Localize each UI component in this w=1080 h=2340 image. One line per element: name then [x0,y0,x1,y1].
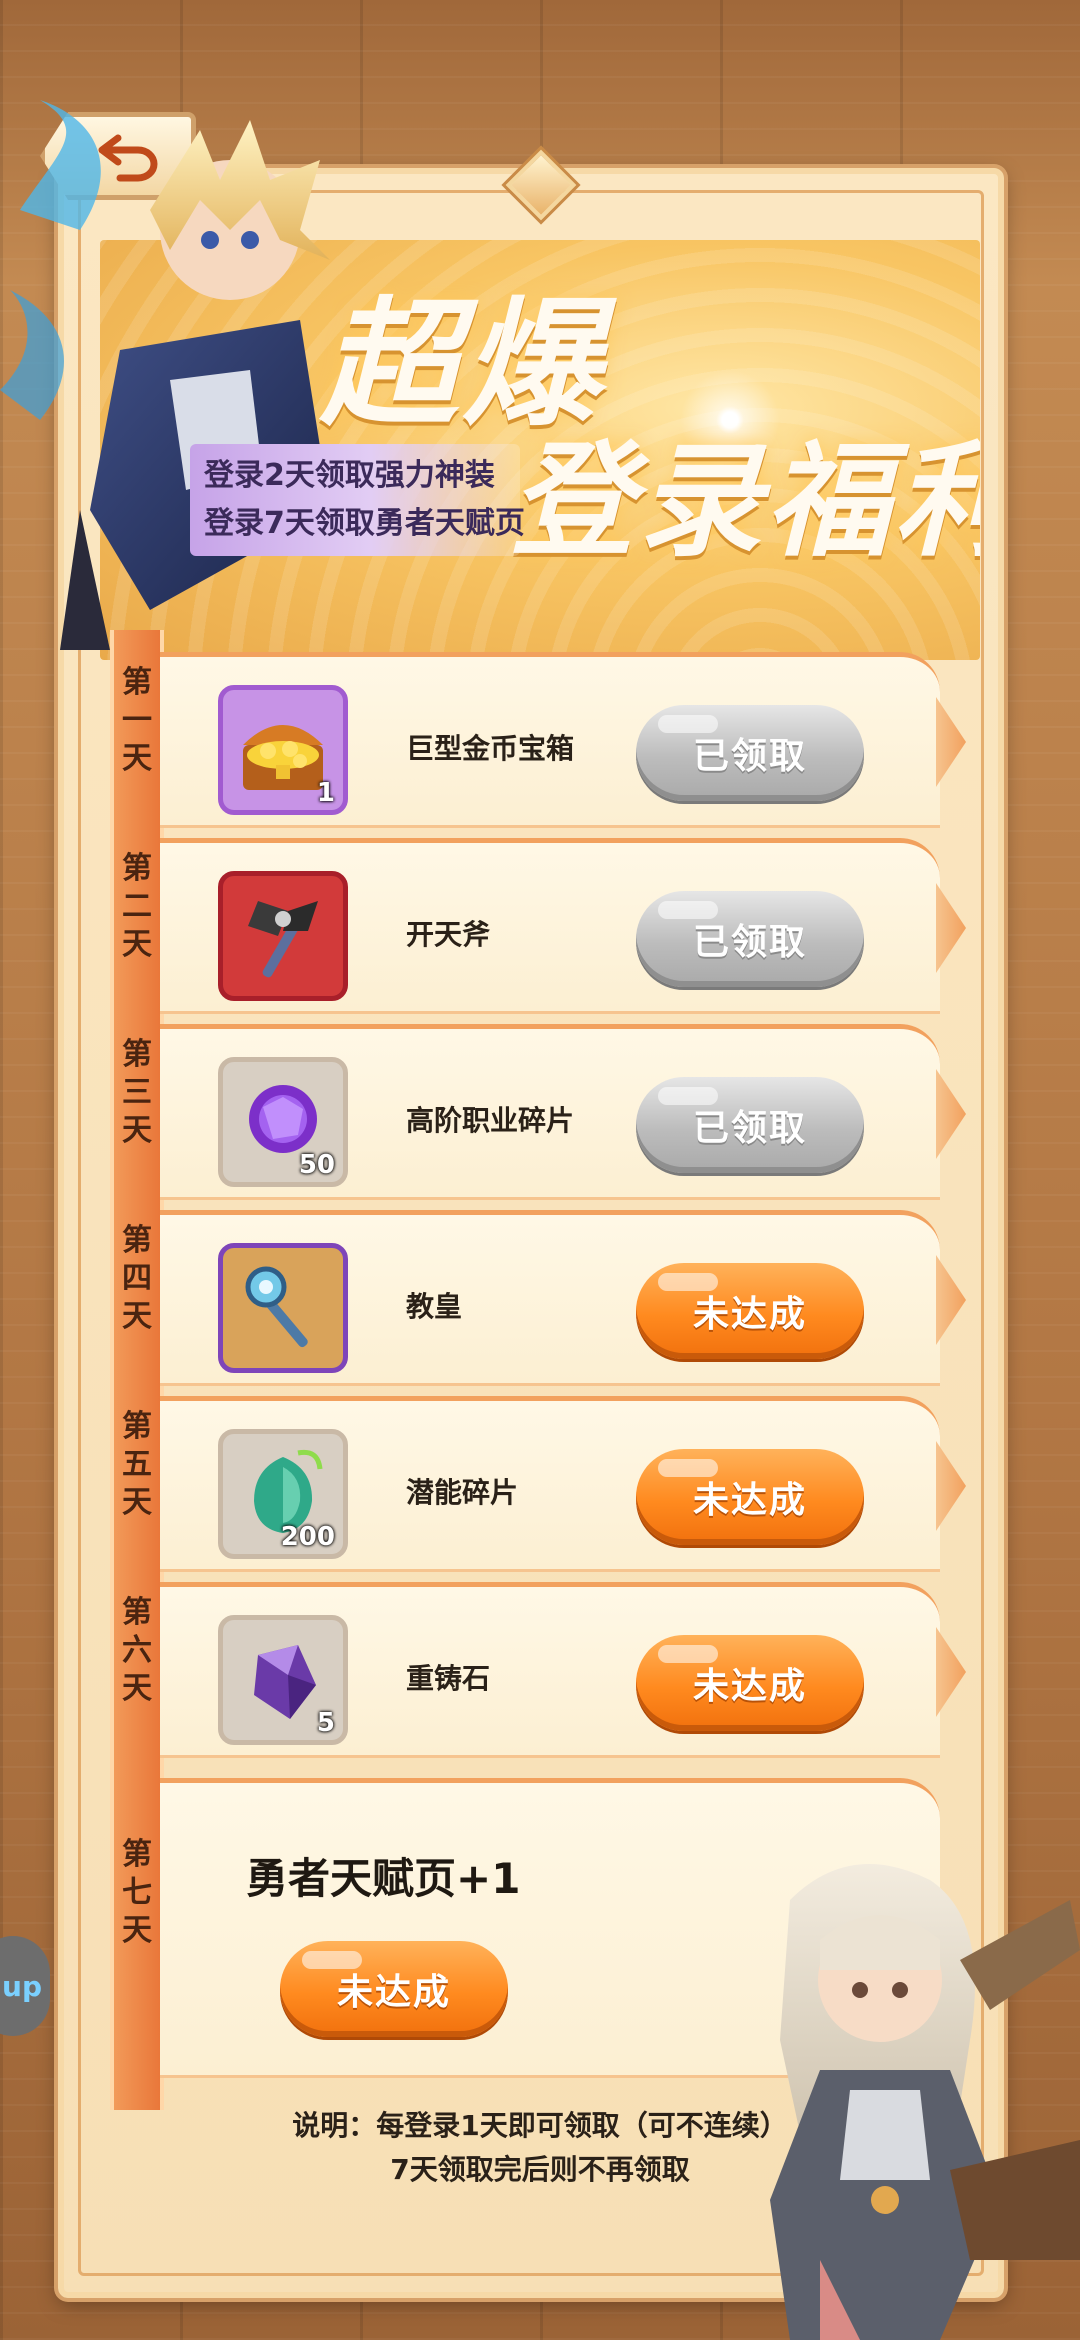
reward-row-day2: 开天斧 已领取 [160,838,940,1014]
banner-tips: 登录2天领取强力神装 登录7天领取勇者天赋页 [190,444,525,556]
scepter-icon [218,1243,348,1373]
claim-button-day6[interactable]: 未达成 [636,1635,864,1731]
claim-button-day4[interactable]: 未达成 [636,1263,864,1359]
day-label-text: 第二天 [122,851,152,962]
hero-character-right [700,1840,1080,2340]
reward-row-day4: 教皇 未达成 [160,1210,940,1386]
purple-orb-icon: 50 [218,1057,348,1187]
reward-row-day6: 5 重铸石 未达成 [160,1582,940,1758]
axe-icon [218,871,348,1001]
hero-character-left [0,90,360,650]
day-label-7: 第七天 [110,1836,164,1950]
rules-note: 说明：每登录1天即可领取（可不连续） 7天领取完后则不再领取 [160,2104,920,2192]
item-name: 开天斧 [406,918,491,951]
green-gem-icon: 200 [218,1429,348,1559]
item-name: 重铸石 [406,1662,491,1695]
day-label-1: 第一天 [110,664,164,778]
crystal-icon: 5 [218,1615,348,1745]
day-label-text: 第三天 [122,1037,152,1148]
side-float-label: up [2,1969,42,2003]
day-label-text: 第四天 [122,1223,152,1334]
day-label-6: 第六天 [110,1594,164,1708]
day-label-5: 第五天 [110,1408,164,1522]
note-line-2: 7天领取完后则不再领取 [390,2153,690,2186]
reward-row-day1: 1 巨型金币宝箱 已领取 [160,652,940,828]
claim-button-day1[interactable]: 已领取 [636,705,864,801]
claim-button-day5[interactable]: 未达成 [636,1449,864,1545]
day-label-text: 第六天 [122,1595,152,1706]
reward-row-day3: 50 高阶职业碎片 已领取 [160,1024,940,1200]
item-name: 巨型金币宝箱 [406,732,575,765]
claim-button-day2[interactable]: 已领取 [636,891,864,987]
reward-row-day5: 200 潜能碎片 未达成 [160,1396,940,1572]
tip-line-1: 登录2天领取强力神装 [204,458,495,493]
item-name: 高阶职业碎片 [406,1104,575,1137]
day-label-2: 第二天 [110,850,164,964]
day7-reward-name: 勇者天赋页+1 [246,1854,521,1903]
claim-button-day3[interactable]: 已领取 [636,1077,864,1173]
item-quantity: 5 [316,1708,335,1738]
side-float-button[interactable]: up [0,1936,50,2036]
day-label-text: 第一天 [122,665,152,776]
day-label-3: 第三天 [110,1036,164,1150]
day-label-text: 第七天 [122,1837,152,1948]
item-quantity: 50 [298,1150,335,1180]
item-name: 教皇 [406,1290,463,1323]
claim-button-day7[interactable]: 未达成 [280,1941,508,2037]
item-quantity: 1 [316,778,335,808]
banner-title-line2: 登录福利 [510,429,980,574]
treasure-chest-icon: 1 [218,685,348,815]
note-line-1: 说明：每登录1天即可领取（可不连续） [292,2109,788,2142]
day-label-text: 第五天 [122,1409,152,1520]
tip-line-2: 登录7天领取勇者天赋页 [204,506,525,541]
day-label-4: 第四天 [110,1222,164,1336]
item-quantity: 200 [280,1522,335,1552]
item-name: 潜能碎片 [406,1476,519,1509]
